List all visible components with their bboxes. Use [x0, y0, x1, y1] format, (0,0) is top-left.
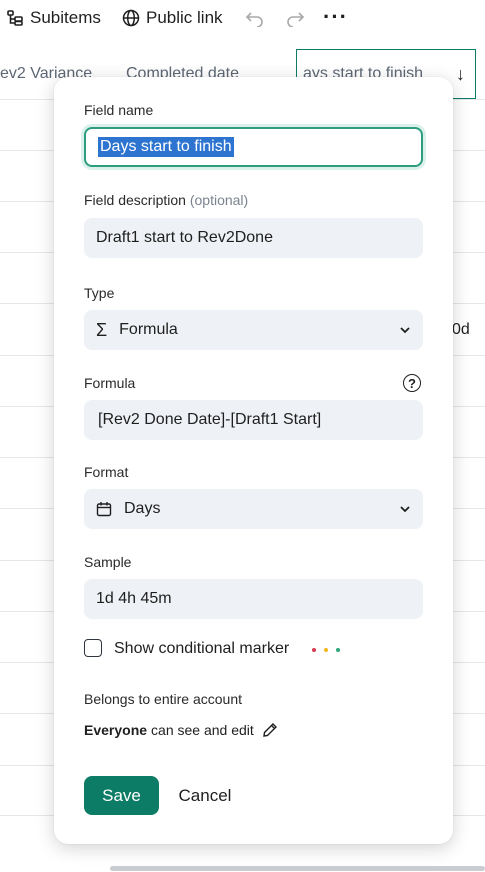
marker-dots-icon: [312, 648, 340, 652]
globe-icon: [122, 9, 140, 27]
subitems-icon: [6, 9, 24, 27]
column-settings-dialog: Field name Days start to finish Field de…: [54, 77, 453, 844]
type-label: Type: [84, 285, 115, 301]
save-button[interactable]: Save: [84, 776, 159, 815]
pencil-icon[interactable]: [262, 722, 278, 738]
optional-hint: (optional): [189, 192, 249, 208]
formula-value: [Rev2 Done Date]-[Draft1 Start]: [98, 411, 322, 428]
field-name-label: Field name: [84, 102, 154, 118]
more-options-icon[interactable]: ···: [323, 4, 348, 30]
board-toolbar: Subitems Public link ···: [0, 0, 485, 42]
field-name-input[interactable]: Days start to finish: [84, 127, 423, 167]
permission-line: Everyone can see and edit: [84, 722, 278, 738]
public-link-label: Public link: [146, 8, 223, 27]
ownership-label: Belongs to entire account: [84, 691, 242, 707]
formula-label: Formula: [84, 375, 136, 391]
green-dot: [336, 648, 340, 652]
table-cell[interactable]: 0d: [452, 321, 470, 339]
type-dropdown[interactable]: Σ Formula: [84, 310, 423, 350]
redo-icon[interactable]: [285, 9, 305, 32]
format-value: Days: [124, 500, 161, 517]
chevron-down-icon: [399, 505, 411, 513]
sigma-icon: Σ: [96, 319, 108, 340]
cancel-button[interactable]: Cancel: [172, 776, 238, 815]
type-value: Formula: [119, 321, 178, 338]
field-description-value: Draft1 start to Rev2Done: [96, 229, 273, 246]
field-description-input[interactable]: Draft1 start to Rev2Done: [84, 218, 423, 258]
public-link-button[interactable]: Public link: [122, 8, 223, 28]
sort-arrow-icon[interactable]: ↓: [456, 64, 465, 85]
yellow-dot: [324, 648, 328, 652]
sample-label: Sample: [84, 554, 132, 570]
conditional-marker-checkbox[interactable]: [84, 639, 102, 657]
subitems-button[interactable]: Subitems: [6, 8, 101, 28]
help-icon[interactable]: ?: [403, 374, 421, 392]
sample-value: 1d 4h 45m: [96, 590, 172, 607]
permission-text: can see and edit: [151, 722, 254, 738]
red-dot: [312, 648, 316, 652]
subitems-label: Subitems: [30, 8, 101, 27]
column-header-partial: ⋮: [478, 49, 485, 99]
chevron-down-icon: [399, 326, 411, 334]
formula-input[interactable]: [Rev2 Done Date]-[Draft1 Start]: [84, 400, 423, 440]
field-description-label: Field description (optional): [84, 192, 248, 208]
field-name-value: Days start to finish: [98, 137, 234, 157]
sample-display: 1d 4h 45m: [84, 579, 423, 619]
undo-icon[interactable]: [245, 9, 265, 32]
permission-who: Everyone: [84, 722, 148, 738]
format-label: Format: [84, 464, 129, 480]
horizontal-scrollbar[interactable]: [110, 866, 485, 871]
conditional-marker-label[interactable]: Show conditional marker: [114, 640, 289, 658]
calendar-icon: [96, 501, 112, 517]
field-description-label-text: Field description: [84, 192, 186, 208]
format-dropdown[interactable]: Days: [84, 489, 423, 529]
